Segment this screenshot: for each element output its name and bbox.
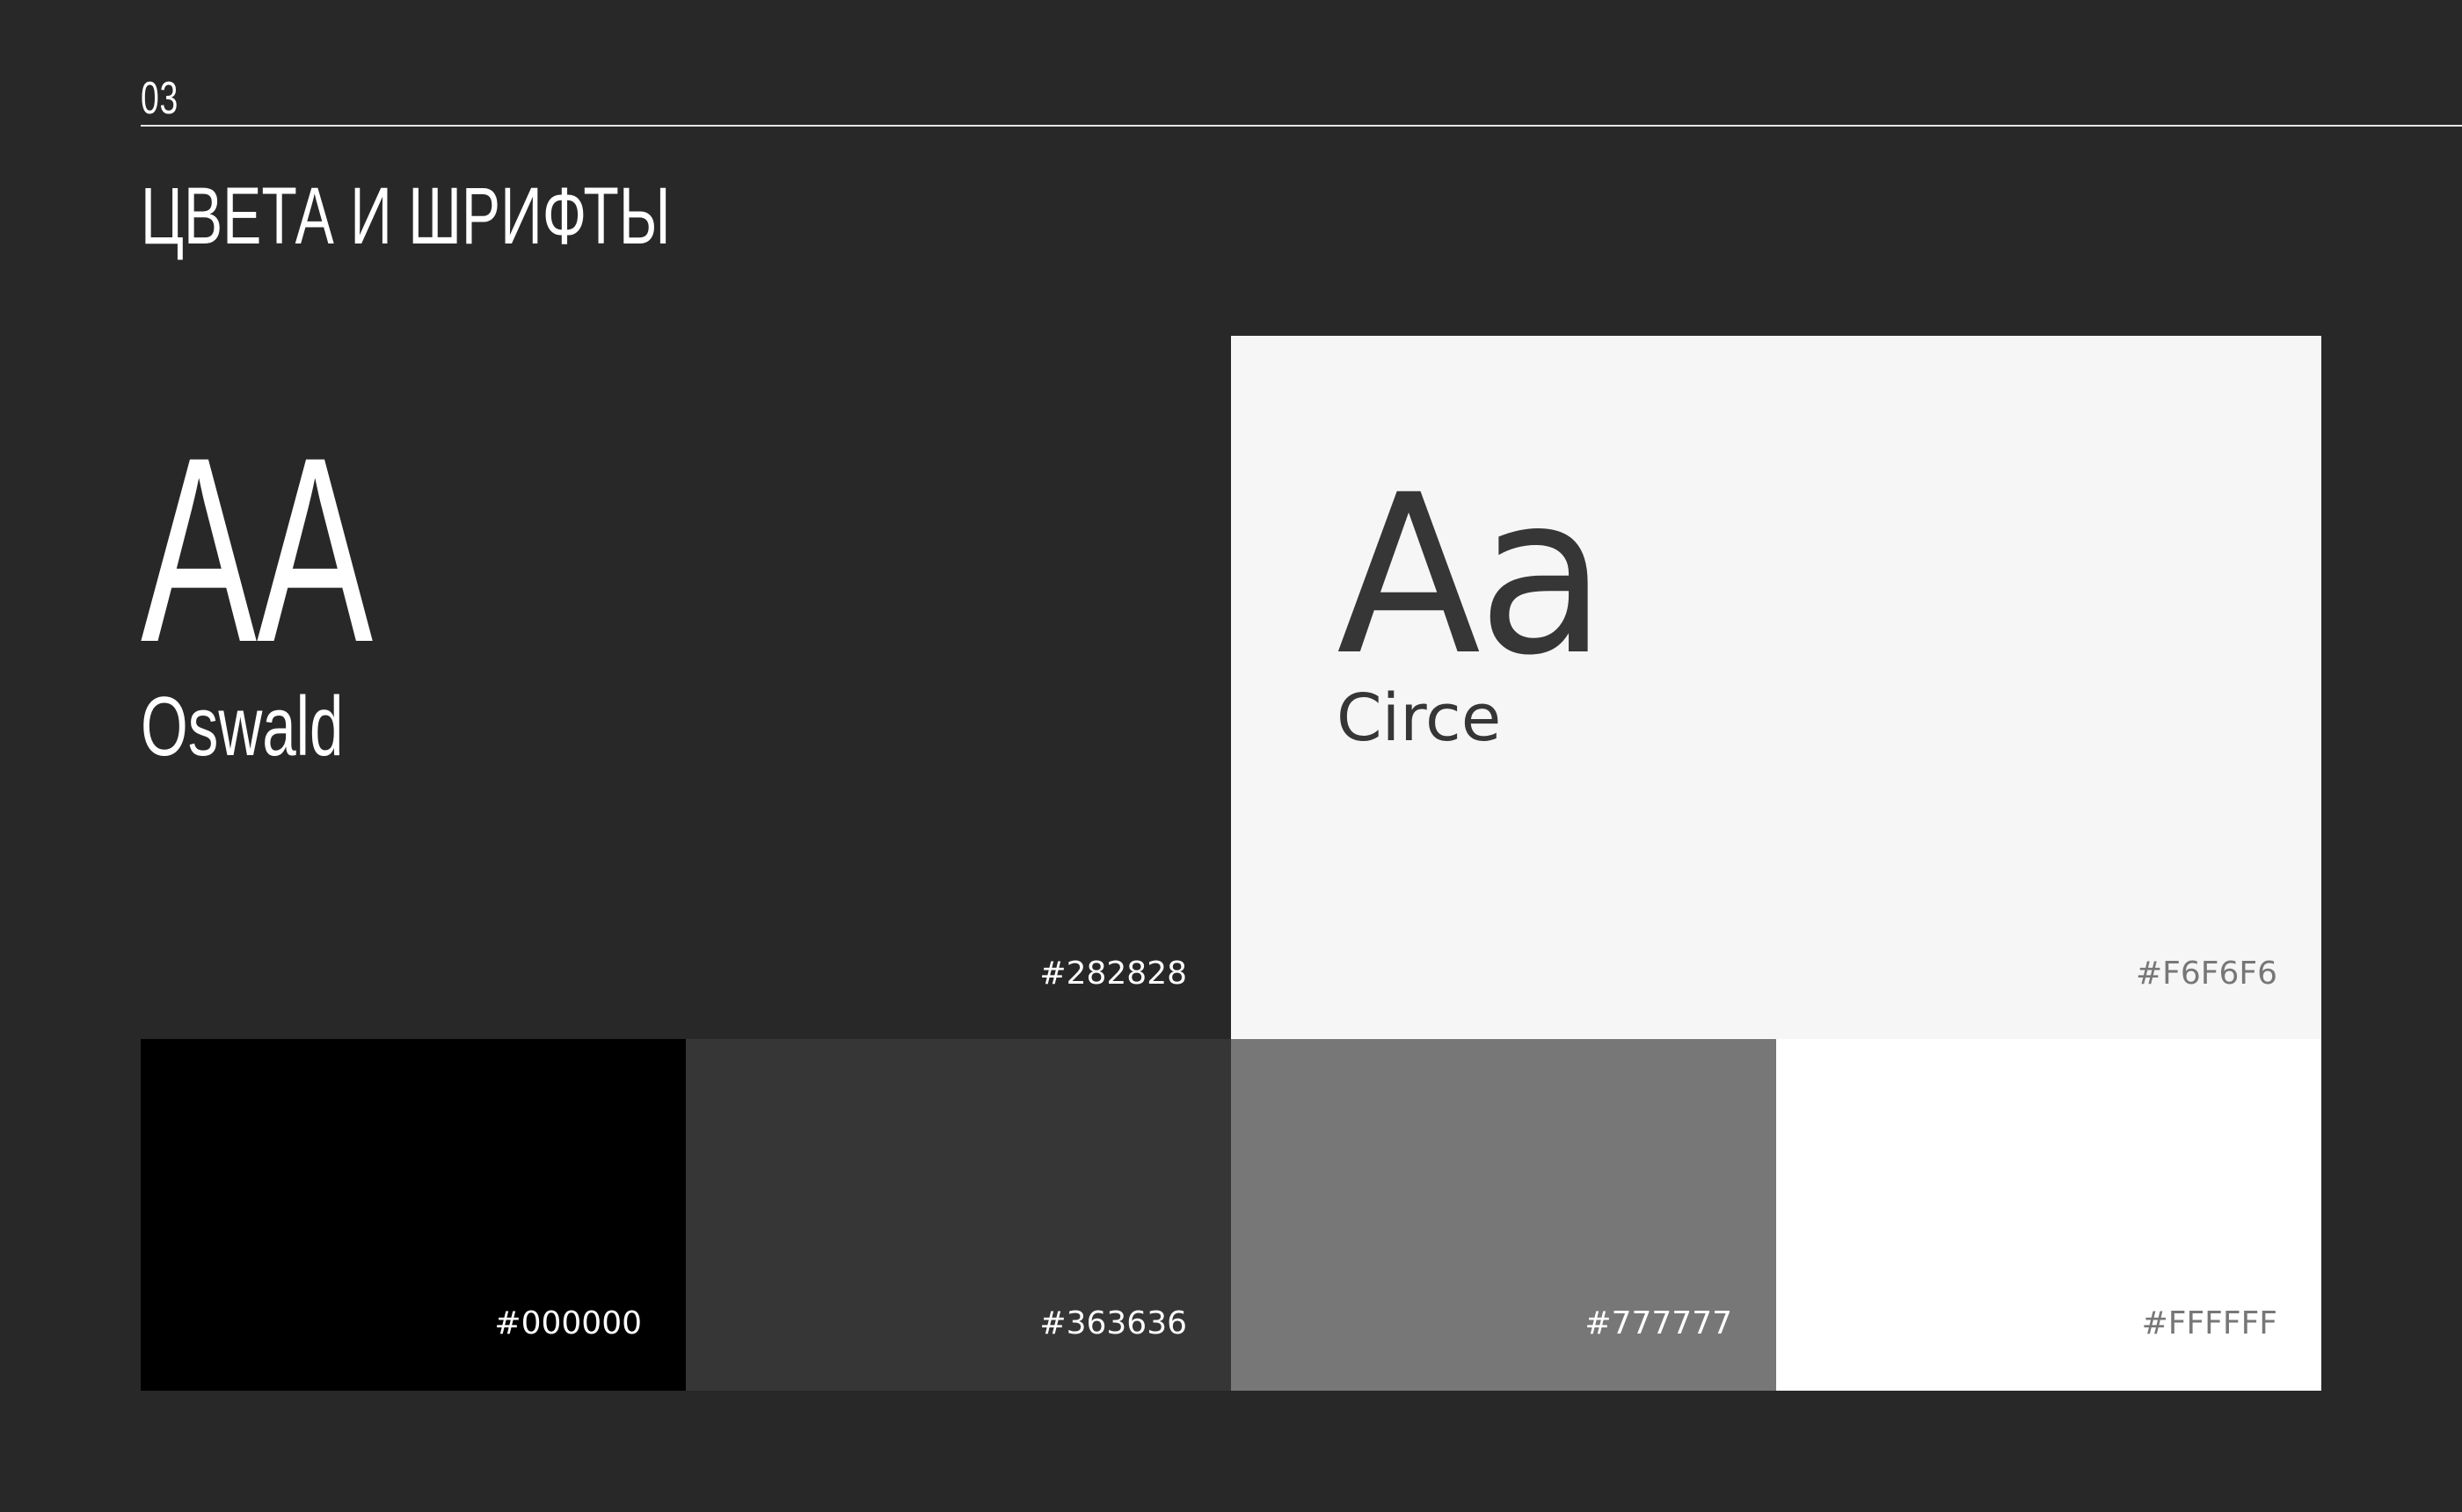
color-hex-label: #777777	[1584, 1305, 1732, 1341]
section-number: 03	[141, 73, 179, 124]
color-swatch: #FFFFFF	[1776, 1039, 2321, 1391]
font-sample-circe: Aa Circe #F6F6F6	[1231, 336, 2321, 1039]
color-swatch: #000000	[141, 1039, 686, 1391]
font-name: Oswald	[141, 680, 344, 774]
page-title: ЦВЕТА И ШРИФТЫ	[141, 171, 671, 261]
font-glyphs: Aa	[1337, 447, 1606, 703]
font-sample-oswald: AA Oswald #282828	[141, 336, 1231, 1039]
color-hex-label: #F6F6F6	[2136, 956, 2277, 992]
font-glyphs: AA	[141, 402, 374, 697]
color-swatch: #363636	[686, 1039, 1231, 1391]
color-swatch: #777777	[1231, 1039, 1776, 1391]
color-hex-label: #FFFFFF	[2141, 1305, 2277, 1341]
color-hex-label: #363636	[1039, 1305, 1187, 1341]
header-divider	[141, 125, 2462, 127]
color-swatch-row: #000000 #363636 #777777 #FFFFFF	[141, 1039, 2321, 1391]
font-name: Circe	[1337, 680, 1502, 756]
color-hex-label: #000000	[494, 1305, 642, 1341]
color-hex-label: #282828	[1039, 956, 1187, 992]
